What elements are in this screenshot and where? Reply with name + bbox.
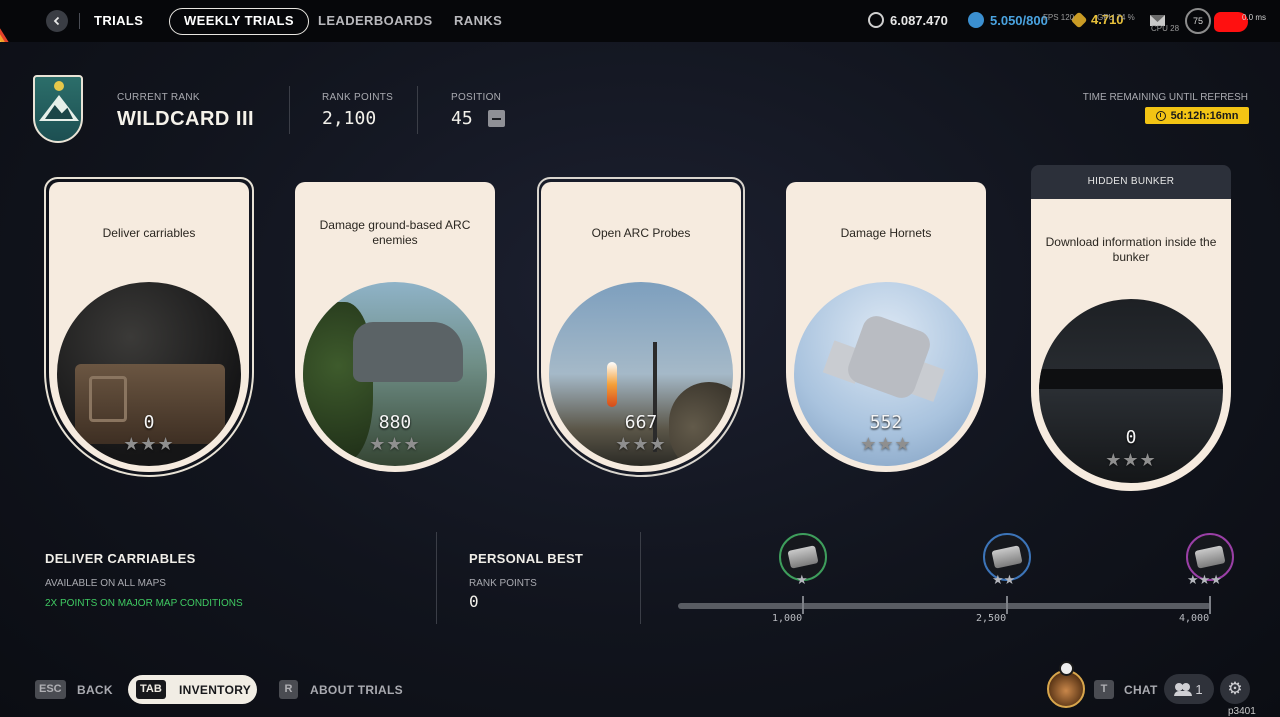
credits-balance: 5.050/800 — [968, 12, 1048, 28]
trial-card-deliver-carriables[interactable]: Deliver carriables 0 ★★★ — [49, 182, 249, 472]
trial-stars: ★★★ — [860, 434, 912, 454]
milestone-tick — [802, 596, 804, 614]
rainbow-stripes-logo — [0, 0, 42, 42]
about-trials-action[interactable]: ABOUT TRIALS — [310, 683, 403, 697]
trial-title: Deliver carriables — [102, 226, 196, 240]
tab-leaderboards[interactable]: LEADERBOARDS — [318, 13, 433, 28]
fps-readout: FPS 120 — [1043, 13, 1075, 22]
milestone-points: 1,000 — [772, 613, 803, 624]
build-id: p3401 — [1228, 706, 1256, 717]
t-key-hint: T — [1094, 680, 1114, 699]
position-value: 45 — [451, 108, 473, 129]
esc-key-hint: ESC — [35, 680, 66, 699]
milestone-stars: ★ — [796, 572, 808, 587]
tab-weekly-trials[interactable]: WEEKLY TRIALS — [169, 8, 309, 35]
crate-icon — [991, 545, 1023, 569]
chevron-left-icon — [53, 16, 60, 26]
personal-best-label: RANK POINTS — [469, 578, 537, 589]
info-divider — [436, 532, 437, 624]
header-divider — [289, 86, 290, 134]
r-key-hint: R — [279, 680, 298, 699]
current-rank-label: CURRENT RANK — [117, 92, 200, 103]
clock-icon — [1155, 110, 1166, 121]
refresh-timer-label: TIME REMAINING UNTIL REFRESH — [1082, 92, 1248, 103]
crate-icon — [787, 545, 819, 569]
trial-score: 0 — [143, 412, 155, 433]
info-divider — [640, 532, 641, 624]
trial-card-damage-hornets[interactable]: Damage Hornets 552 ★★★ — [786, 182, 986, 472]
avatar-crown-badge — [1059, 661, 1074, 676]
chat-action[interactable]: CHAT — [1124, 683, 1158, 697]
milestone-points: 2,500 — [976, 613, 1007, 624]
milestone-track — [678, 603, 1211, 609]
trial-title: Damage Hornets — [840, 226, 932, 240]
current-rank: WILDCARD III — [117, 108, 255, 130]
trial-title: Open ARC Probes — [591, 226, 691, 240]
trial-stars: ★★★ — [615, 434, 667, 454]
rank-points-value: 2,100 — [322, 108, 377, 129]
top-bar: TRIALS WEEKLY TRIALS LEADERBOARDS RANKS … — [0, 0, 1280, 42]
tab-key-hint: TAB — [136, 680, 166, 699]
people-icon — [1174, 683, 1193, 696]
rank-points-label: RANK POINTS — [322, 92, 394, 103]
coins-balance: 6.087.470 — [868, 12, 948, 28]
refresh-timer-value: 5d:12h:16mn — [1170, 109, 1239, 122]
player-level: 75 — [1185, 8, 1211, 34]
selected-trial-bonus: 2X POINTS ON MAJOR MAP CONDITIONS — [45, 598, 243, 609]
inventory-label[interactable]: INVENTORY — [179, 683, 251, 697]
trial-title: Download information inside the bunker — [1045, 235, 1217, 264]
gear-icon: ⚙ — [1227, 679, 1243, 698]
milestone-tick — [1006, 596, 1008, 614]
milestone-tick — [1209, 596, 1211, 614]
trial-card-hidden-bunker[interactable]: Download information inside the bunker 0… — [1031, 199, 1231, 491]
trial-card-open-arc-probes[interactable]: Open ARC Probes 667 ★★★ — [541, 182, 741, 472]
rank-emblem — [33, 75, 83, 143]
nav-trials[interactable]: TRIALS — [94, 13, 143, 28]
trial-score: 667 — [624, 412, 658, 433]
trial-card-damage-ground-arc[interactable]: Damage ground-based ARC enemies 880 ★★★ — [295, 182, 495, 472]
settings-button[interactable]: ⚙ — [1220, 674, 1250, 704]
back-button[interactable] — [46, 10, 68, 32]
trial-image: 0 ★★★ — [57, 282, 241, 466]
personal-best-title: PERSONAL BEST — [469, 551, 584, 566]
credit-icon — [968, 12, 984, 28]
back-action[interactable]: BACK — [77, 683, 113, 697]
selected-trial-maps: AVAILABLE ON ALL MAPS — [45, 578, 166, 589]
milestone-points: 4,000 — [1179, 613, 1210, 624]
refresh-timer: 5d:12h:16mn — [1145, 107, 1249, 124]
cpu-readout: CPU 28 — [1151, 24, 1180, 33]
credits-value: 5.050/800 — [990, 12, 1048, 28]
tab-ranks[interactable]: RANKS — [454, 13, 502, 28]
trial-image: 667 ★★★ — [549, 282, 733, 466]
milestone-stars: ★★ — [992, 572, 1016, 587]
personal-best-value: 0 — [469, 592, 479, 611]
gpu-readout: GPU 74 % — [1097, 13, 1135, 22]
coins-value: 6.087.470 — [890, 12, 948, 28]
trial-stars: ★★★ — [369, 434, 421, 454]
friends-button[interactable]: 1 — [1164, 674, 1214, 704]
friends-count: 1 — [1195, 681, 1203, 697]
milestone-stars: ★★★ — [1187, 572, 1222, 587]
ping-readout: 0.0 ms — [1242, 13, 1267, 22]
trial-image: 552 ★★★ — [794, 282, 978, 466]
trial-score: 552 — [869, 412, 903, 433]
header-divider — [417, 86, 418, 134]
trial-stars: ★★★ — [1105, 450, 1157, 470]
selected-trial-title: DELIVER CARRIABLES — [45, 551, 196, 566]
nav-divider — [79, 13, 80, 29]
crate-icon — [1194, 545, 1226, 569]
trial-score: 880 — [378, 412, 412, 433]
trial-image: 0 ★★★ — [1039, 299, 1223, 483]
trial-stars: ★★★ — [123, 434, 175, 454]
position-change-indicator — [488, 110, 505, 127]
trial-score: 0 — [1125, 427, 1137, 448]
trial-image: 880 ★★★ — [303, 282, 487, 466]
trial-title: Damage ground-based ARC enemies — [319, 218, 471, 247]
position-label: POSITION — [451, 92, 502, 103]
coin-icon — [868, 12, 884, 28]
hidden-bunker-header: HIDDEN BUNKER — [1031, 165, 1231, 199]
